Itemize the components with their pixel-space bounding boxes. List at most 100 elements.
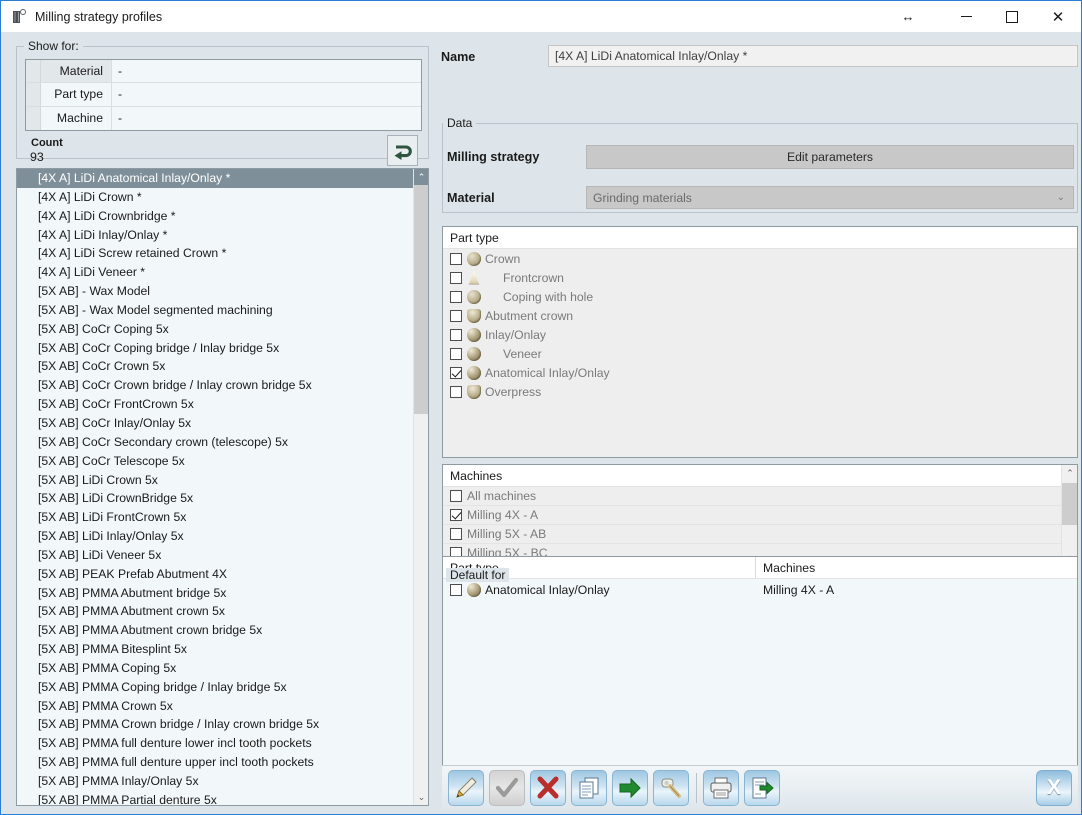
profile-list-item[interactable]: [5X AB] PMMA Abutment crown 5x bbox=[17, 602, 415, 621]
profile-list-item[interactable]: [5X AB] - Wax Model bbox=[17, 282, 415, 301]
machines-scrollbar[interactable]: ⌃ ⌄ bbox=[1061, 465, 1077, 563]
material-select[interactable]: Grinding materials ⌄ bbox=[586, 186, 1074, 209]
profile-list-item[interactable]: [5X AB] PMMA Crown 5x bbox=[17, 697, 415, 716]
filter-row-part-type[interactable]: Part type - bbox=[26, 83, 421, 107]
profile-list-item[interactable]: [5X AB] CoCr Coping bridge / Inlay bridg… bbox=[17, 339, 415, 358]
edit-parameters-button[interactable]: Edit parameters bbox=[586, 145, 1074, 169]
profile-list-scrollbar[interactable]: ⌃ ⌄ bbox=[413, 169, 428, 805]
default-for-header[interactable]: Part type Machines ⌃ bbox=[443, 557, 1077, 579]
filter-value-machine[interactable]: - bbox=[111, 106, 421, 130]
profile-list-item[interactable]: [5X AB] PMMA Crown bridge / Inlay crown … bbox=[17, 715, 415, 734]
profile-list-item[interactable]: [5X AB] LiDi FrontCrown 5x bbox=[17, 508, 415, 527]
machine-checkbox[interactable] bbox=[450, 509, 462, 521]
profile-list-item[interactable]: [5X AB] CoCr FrontCrown 5x bbox=[17, 395, 415, 414]
profile-list-item[interactable]: [5X AB] LiDi Veneer 5x bbox=[17, 546, 415, 565]
duplicate-button[interactable] bbox=[571, 769, 607, 806]
profile-list-item[interactable]: [5X AB] PMMA Bitesplint 5x bbox=[17, 640, 415, 659]
part-type-label: Abutment crown bbox=[485, 308, 574, 323]
machine-checkbox[interactable] bbox=[450, 528, 462, 540]
machines-rows[interactable]: All machines Milling 4X - A Milling 5X - A… bbox=[443, 487, 1077, 563]
profile-list-item[interactable]: [4X A] LiDi Crown * bbox=[17, 188, 415, 207]
profile-list-item[interactable]: [5X AB] PMMA Partial denture 5x bbox=[17, 791, 415, 805]
scrollbar-thumb[interactable] bbox=[414, 185, 428, 414]
profile-list-item[interactable]: [4X A] LiDi Veneer * bbox=[17, 263, 415, 282]
profile-list-item[interactable]: [5X AB] CoCr Crown bridge / Inlay crown … bbox=[17, 376, 415, 395]
profile-list-item[interactable]: [4X A] LiDi Crownbridge * bbox=[17, 207, 415, 226]
close-dialog-button[interactable]: X bbox=[1036, 770, 1072, 806]
delete-button[interactable] bbox=[530, 769, 566, 806]
part-type-row[interactable]: Veneer bbox=[443, 344, 1077, 363]
resize-icon[interactable]: ↔ bbox=[893, 1, 923, 32]
edit-button[interactable] bbox=[448, 769, 484, 806]
confirm-button[interactable] bbox=[489, 769, 525, 806]
default-for-checkbox[interactable] bbox=[450, 583, 462, 596]
part-type-checkbox[interactable] bbox=[450, 347, 462, 360]
close-button[interactable]: ✕ bbox=[1035, 1, 1081, 32]
profile-list-item[interactable]: [5X AB] PMMA full denture upper incl too… bbox=[17, 753, 415, 772]
tools-button[interactable] bbox=[653, 769, 689, 806]
profile-list-item[interactable]: [5X AB] PEAK Prefab Abutment 4X bbox=[17, 565, 415, 584]
filter-value-part-type[interactable]: - bbox=[111, 83, 421, 106]
profile-list-item[interactable]: [5X AB] CoCr Telescope 5x bbox=[17, 452, 415, 471]
maximize-button[interactable] bbox=[989, 1, 1035, 32]
filter-row-material[interactable]: Material - bbox=[26, 60, 421, 84]
machine-row[interactable]: Milling 5X - AB bbox=[443, 525, 1077, 544]
profile-list-item[interactable]: [4X A] LiDi Anatomical Inlay/Onlay * bbox=[17, 169, 415, 188]
machine-row[interactable]: Milling 4X - A bbox=[443, 506, 1077, 525]
profile-list[interactable]: [4X A] LiDi Anatomical Inlay/Onlay * [4X … bbox=[17, 169, 415, 805]
document-export-icon bbox=[752, 777, 774, 798]
part-type-rows[interactable]: Crown Frontcrown Coping with hole Abutment … bbox=[443, 249, 1077, 401]
profile-list-item[interactable]: [5X AB] CoCr Crown 5x bbox=[17, 357, 415, 376]
part-type-row[interactable]: Crown bbox=[443, 249, 1077, 268]
profile-list-item[interactable]: [5X AB] LiDi CrownBridge 5x bbox=[17, 489, 415, 508]
part-type-checkbox[interactable] bbox=[450, 328, 462, 341]
part-type-row[interactable]: Overpress bbox=[443, 382, 1077, 401]
part-type-checkbox[interactable] bbox=[450, 385, 462, 398]
refresh-button[interactable] bbox=[387, 135, 418, 166]
part-type-checkbox[interactable] bbox=[450, 366, 462, 379]
filter-row-machine[interactable]: Machine - bbox=[26, 106, 421, 130]
scrollbar-thumb[interactable] bbox=[1062, 483, 1077, 525]
green-arrow-icon bbox=[619, 777, 641, 798]
show-for-title: Show for: bbox=[24, 39, 83, 53]
apply-button[interactable] bbox=[612, 769, 648, 806]
export-button[interactable] bbox=[744, 769, 780, 806]
scroll-up-icon[interactable]: ⌃ bbox=[1062, 465, 1077, 481]
profile-list-item[interactable]: [5X AB] CoCr Secondary crown (telescope)… bbox=[17, 433, 415, 452]
profile-list-item[interactable]: [5X AB] PMMA Coping 5x bbox=[17, 659, 415, 678]
profile-list-item[interactable]: [5X AB] PMMA Coping bridge / Inlay bridg… bbox=[17, 678, 415, 697]
part-type-checkbox[interactable] bbox=[450, 309, 462, 322]
part-type-row[interactable]: Coping with hole bbox=[443, 287, 1077, 306]
part-type-row[interactable]: Inlay/Onlay bbox=[443, 325, 1077, 344]
part-type-checkbox[interactable] bbox=[450, 252, 462, 265]
print-button[interactable] bbox=[703, 769, 739, 806]
default-for-rows[interactable]: Anatomical Inlay/Onlay Milling 4X - A bbox=[443, 579, 1077, 600]
profile-list-item[interactable]: [5X AB] LiDi Crown 5x bbox=[17, 471, 415, 490]
profile-list-item[interactable]: [5X AB] LiDi Inlay/Onlay 5x bbox=[17, 527, 415, 546]
profile-list-item[interactable]: [5X AB] PMMA Inlay/Onlay 5x bbox=[17, 772, 415, 791]
profile-list-item[interactable]: [5X AB] PMMA Abutment bridge 5x bbox=[17, 584, 415, 603]
machine-checkbox[interactable] bbox=[450, 490, 462, 502]
profile-list-item[interactable]: [5X AB] CoCr Coping 5x bbox=[17, 320, 415, 339]
profile-list-item[interactable]: [5X AB] PMMA full denture lower incl too… bbox=[17, 734, 415, 753]
profile-list-item[interactable]: [4X A] LiDi Inlay/Onlay * bbox=[17, 226, 415, 245]
part-type-checkbox[interactable] bbox=[450, 271, 462, 284]
minimize-button[interactable] bbox=[943, 1, 989, 32]
filter-value-material[interactable]: - bbox=[111, 60, 421, 83]
printer-icon bbox=[710, 777, 732, 798]
part-type-row[interactable]: Abutment crown bbox=[443, 306, 1077, 325]
profile-list-item[interactable]: [5X AB] PMMA Abutment crown bridge 5x bbox=[17, 621, 415, 640]
part-type-checkbox[interactable] bbox=[450, 290, 462, 303]
part-type-row[interactable]: Frontcrown bbox=[443, 268, 1077, 287]
sort-ascending-icon: ⌃ bbox=[745, 464, 754, 471]
profile-list-item[interactable]: [4X A] LiDi Screw retained Crown * bbox=[17, 244, 415, 263]
scroll-down-icon[interactable]: ⌄ bbox=[414, 789, 428, 805]
default-for-row[interactable]: Anatomical Inlay/Onlay Milling 4X - A bbox=[443, 579, 1077, 600]
machine-row[interactable]: All machines bbox=[443, 487, 1077, 506]
profile-list-item[interactable]: [5X AB] - Wax Model segmented machining bbox=[17, 301, 415, 320]
name-input[interactable]: [4X A] LiDi Anatomical Inlay/Onlay * bbox=[548, 45, 1078, 67]
part-type-row[interactable]: Anatomical Inlay/Onlay bbox=[443, 363, 1077, 382]
scroll-up-icon[interactable]: ⌃ bbox=[414, 169, 428, 185]
profile-list-item[interactable]: [5X AB] CoCr Inlay/Onlay 5x bbox=[17, 414, 415, 433]
machine-label: Milling 4X - A bbox=[467, 508, 539, 522]
